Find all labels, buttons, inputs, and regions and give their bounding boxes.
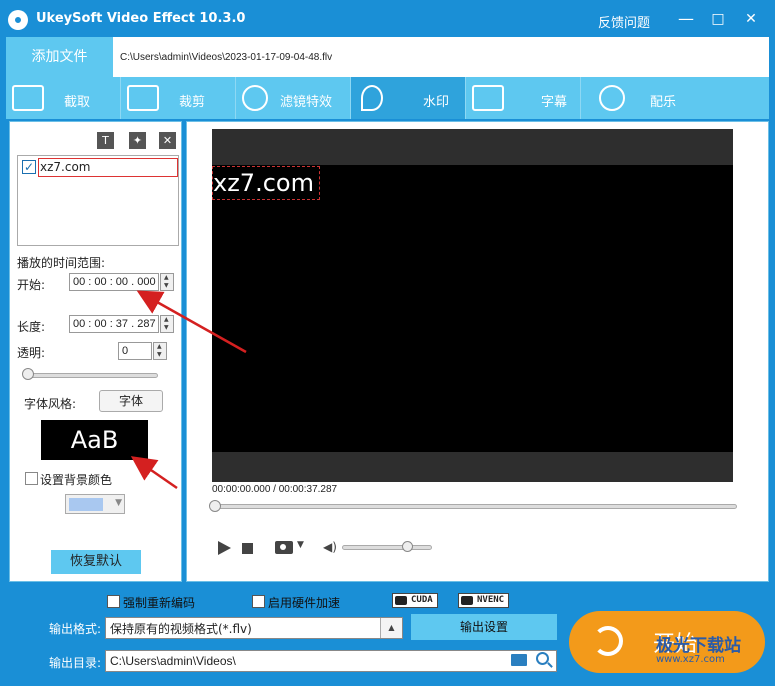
dropdown-arrow-icon: ▲ — [380, 618, 402, 638]
site-watermark-logo: 极光下载站 www.xz7.com — [616, 628, 774, 676]
site-watermark-text: 极光下载站 — [656, 636, 741, 656]
arrow-to-start-time — [136, 290, 247, 354]
force-reencode-label: 强制重新编码 — [123, 596, 196, 610]
hw-accel-checkbox[interactable] — [252, 595, 265, 608]
output-format-value: 保持原有的视频格式(*.flv) — [110, 622, 252, 636]
output-dir-input[interactable]: C:\Users\admin\Videos\ — [105, 650, 557, 672]
output-settings-button[interactable]: 输出设置 — [411, 614, 557, 640]
folder-icon[interactable] — [511, 654, 527, 666]
hw-accel-label: 启用硬件加速 — [268, 596, 341, 610]
arrow-to-font-preview — [130, 456, 178, 490]
annotation-arrows — [130, 290, 247, 490]
nvenc-badge: NVENC — [458, 593, 510, 608]
output-dir-label: 输出目录: — [49, 656, 102, 670]
search-icon[interactable] — [536, 652, 549, 665]
output-dir-value: C:\Users\admin\Videos\ — [110, 654, 236, 668]
cuda-badge: CUDA — [392, 593, 438, 608]
force-reencode-checkbox[interactable] — [107, 595, 120, 608]
output-format-select[interactable]: 保持原有的视频格式(*.flv) ▲ — [105, 617, 403, 639]
output-format-label: 输出格式: — [49, 622, 102, 636]
site-watermark-url: www.xz7.com — [656, 654, 725, 665]
